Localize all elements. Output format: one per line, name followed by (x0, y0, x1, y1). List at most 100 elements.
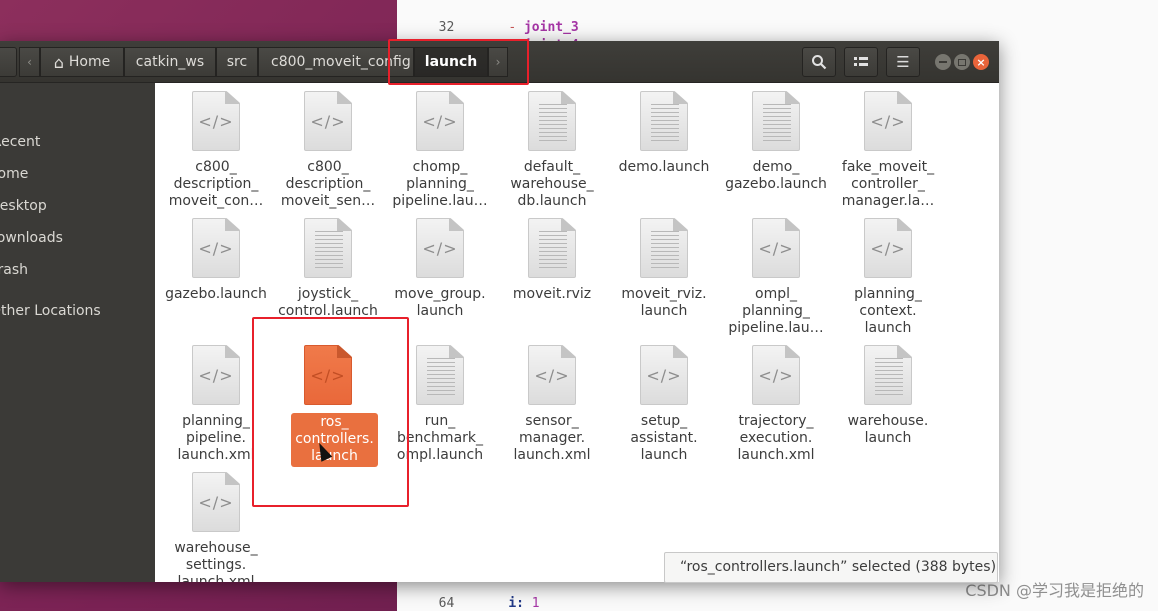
code-file-icon (416, 91, 464, 151)
sidebar-item-downloads[interactable]: Downloads (0, 224, 155, 252)
code-file-icon (192, 345, 240, 405)
hamburger-menu-icon: ☰ (896, 53, 910, 71)
page-fold (225, 346, 239, 358)
page-fold (449, 92, 463, 104)
page-fold (337, 92, 351, 104)
file-item[interactable]: move_group. launch (384, 218, 496, 333)
file-item[interactable]: gazebo.launch (160, 218, 272, 333)
text-file-icon (864, 345, 912, 405)
sidebar-item-home[interactable]: Home (0, 160, 155, 188)
search-button[interactable] (802, 47, 836, 77)
page-fold (785, 346, 799, 358)
page-fold (561, 219, 575, 231)
text-file-icon (528, 218, 576, 278)
breadcrumb-home[interactable]: ⌂ Home (40, 47, 124, 77)
file-item[interactable]: setup_ assistant. launch (608, 345, 720, 463)
file-label: trajectory_ execution. launch.xml (737, 413, 815, 463)
code-file-icon (528, 345, 576, 405)
page-fold (449, 219, 463, 231)
file-manager-window: ‹ ⌂ Home catkin_ws src c800_moveit_confi… (0, 41, 999, 582)
breadcrumb-left-arrow[interactable]: ‹ (19, 47, 40, 77)
file-label: warehouse_ settings. launch.xml (174, 540, 258, 582)
file-label: joystick_ control.launch (278, 286, 378, 319)
text-file-icon (640, 91, 688, 151)
page-fold (561, 92, 575, 104)
file-item[interactable]: chomp_ planning_ pipeline.lau… (384, 91, 496, 209)
file-item[interactable]: fake_moveit_ controller_ manager.la… (832, 91, 944, 209)
file-label: demo_ gazebo.launch (725, 159, 827, 192)
sidebar-item-trash[interactable]: Trash (0, 256, 155, 284)
file-item[interactable]: ompl_ planning_ pipeline.lau… (720, 218, 832, 336)
home-icon: ⌂ (53, 52, 64, 72)
file-item[interactable]: trajectory_ execution. launch.xml (720, 345, 832, 463)
file-label: c800_ description_ moveit_con… (168, 159, 264, 209)
page-fold (225, 219, 239, 231)
page-fold (561, 346, 575, 358)
code-file-icon (752, 345, 800, 405)
text-file-icon (304, 218, 352, 278)
page-fold (897, 346, 911, 358)
file-item[interactable]: c800_ description_ moveit_sen… (272, 91, 384, 209)
file-label: warehouse. launch (847, 413, 929, 446)
page-fold (449, 346, 463, 358)
breadcrumb-catkin-ws[interactable]: catkin_ws (124, 47, 216, 77)
file-item[interactable]: planning_ context. launch (832, 218, 944, 336)
close-icon: × (976, 55, 986, 69)
file-label: sensor_ manager. launch.xml (513, 413, 591, 463)
code-file-icon (192, 472, 240, 532)
file-item[interactable]: sensor_ manager. launch.xml (496, 345, 608, 463)
code-file-icon (416, 218, 464, 278)
page-fold (673, 219, 687, 231)
file-item[interactable]: demo_ gazebo.launch (720, 91, 832, 206)
code-file-icon (304, 91, 352, 151)
file-label: default_ warehouse_ db.launch (510, 159, 594, 209)
file-item[interactable]: moveit_rviz. launch (608, 218, 720, 333)
page-fold (673, 346, 687, 358)
editor-line: 65i_clamp: 1 (397, 596, 587, 611)
editor-line: 33- joint_4 (397, 20, 579, 53)
file-item[interactable]: demo.launch (608, 91, 720, 206)
file-item[interactable]: moveit.rviz (496, 218, 608, 333)
breadcrumb-label: Home (68, 54, 111, 70)
page-fold (225, 92, 239, 104)
back-button[interactable] (0, 47, 17, 77)
code-file-icon (752, 218, 800, 278)
page-fold (673, 92, 687, 104)
file-item[interactable]: c800_ description_ moveit_con… (160, 91, 272, 209)
sidebar-item-other-locations[interactable]: Other Locations (0, 297, 155, 325)
code-file-icon (864, 218, 912, 278)
file-label: planning_ context. launch (854, 286, 922, 336)
file-item[interactable]: warehouse. launch (832, 345, 944, 460)
maximize-icon (958, 58, 966, 66)
list-view-icon (854, 57, 868, 66)
code-file-icon (192, 91, 240, 151)
file-item[interactable]: default_ warehouse_ db.launch (496, 91, 608, 209)
file-label: demo.launch (618, 159, 710, 175)
text-file-icon (640, 218, 688, 278)
sidebar-item-recent[interactable]: Recent (0, 128, 155, 156)
file-item[interactable]: joystick_ control.launch (272, 218, 384, 333)
breadcrumb-src[interactable]: src (216, 47, 258, 77)
text-file-icon (528, 91, 576, 151)
file-label: gazebo.launch (165, 286, 267, 302)
page-fold (785, 219, 799, 231)
menu-button[interactable]: ☰ (886, 47, 920, 77)
code-file-icon (864, 91, 912, 151)
page-fold (337, 219, 351, 231)
text-file-icon (416, 345, 464, 405)
close-button[interactable]: × (973, 54, 989, 70)
minimize-icon (939, 61, 947, 63)
text-file-icon (752, 91, 800, 151)
maximize-button[interactable] (954, 54, 970, 70)
view-toggle-button[interactable] (844, 47, 878, 77)
selection-status: “ros_controllers.launch” selected (388 b… (664, 552, 998, 583)
file-label: c800_ description_ moveit_sen… (280, 159, 376, 209)
file-label: moveit.rviz (512, 286, 592, 302)
page-fold (785, 92, 799, 104)
file-label: moveit_rviz. launch (621, 286, 707, 319)
minimize-button[interactable] (935, 54, 951, 70)
file-label: fake_moveit_ controller_ manager.la… (841, 159, 935, 209)
code-file-icon (192, 218, 240, 278)
sidebar-item-desktop[interactable]: Desktop (0, 192, 155, 220)
search-icon (812, 55, 827, 70)
